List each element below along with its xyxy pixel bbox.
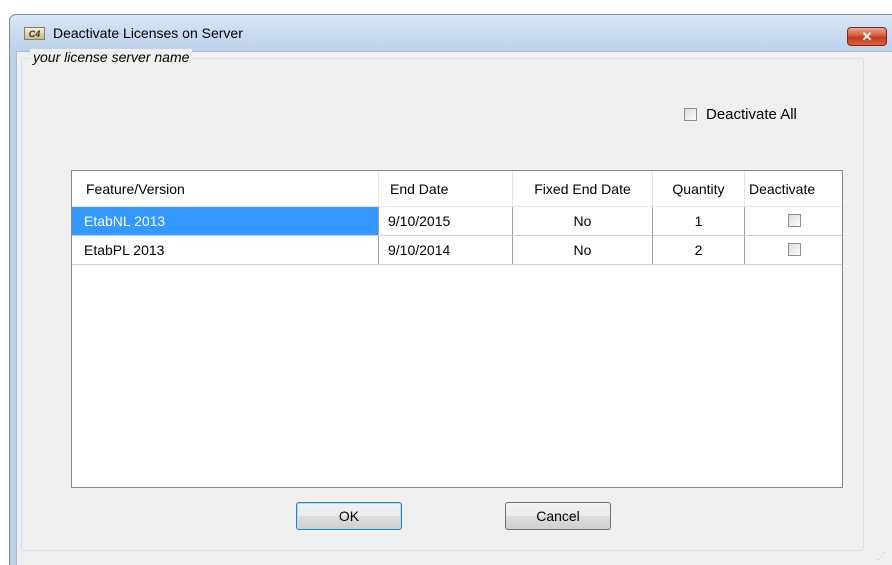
cell-feature[interactable]: EtabPL 2013 — [72, 236, 379, 264]
column-header-end-date[interactable]: End Date — [379, 171, 513, 206]
license-table: Feature/Version End Date Fixed End Date … — [71, 170, 843, 488]
cell-quantity[interactable]: 2 — [653, 236, 745, 264]
column-header-fixed-end-date[interactable]: Fixed End Date — [513, 171, 653, 206]
cell-deactivate[interactable] — [745, 236, 842, 264]
app-icon: C4 — [24, 27, 45, 40]
deactivate-all-label: Deactivate All — [706, 106, 797, 123]
table-header: Feature/Version End Date Fixed End Date … — [72, 171, 842, 207]
resize-grip[interactable]: ⋰ — [876, 551, 886, 561]
ok-button[interactable]: OK — [296, 502, 402, 530]
cancel-button[interactable]: Cancel — [505, 502, 611, 530]
row-deactivate-checkbox[interactable] — [788, 242, 801, 256]
deactivate-all-checkbox[interactable] — [684, 108, 697, 121]
cell-fixed-end-date[interactable]: No — [513, 207, 653, 235]
row-deactivate-checkbox[interactable] — [788, 213, 801, 227]
close-icon: ✕ — [861, 28, 873, 44]
window-title: Deactivate Licenses on Server — [53, 25, 243, 41]
column-header-feature[interactable]: Feature/Version — [72, 171, 379, 206]
cell-quantity[interactable]: 1 — [653, 207, 745, 235]
close-button[interactable]: ✕ — [847, 27, 887, 46]
group-label: your license server name — [30, 49, 193, 65]
column-header-deactivate[interactable]: Deactivate — [745, 171, 842, 206]
deactivate-all-option[interactable]: Deactivate All — [684, 106, 797, 123]
cell-end-date[interactable]: 9/10/2015 — [379, 207, 513, 235]
cell-fixed-end-date[interactable]: No — [513, 236, 653, 264]
table-row[interactable]: EtabPL 2013 9/10/2014 No 2 — [72, 236, 842, 265]
column-header-quantity[interactable]: Quantity — [653, 171, 745, 206]
cell-feature[interactable]: EtabNL 2013 — [72, 207, 379, 235]
title-bar[interactable]: C4 Deactivate Licenses on Server ✕ — [10, 15, 892, 51]
table-row[interactable]: EtabNL 2013 9/10/2015 No 1 — [72, 207, 842, 236]
cell-deactivate[interactable] — [745, 207, 842, 235]
cell-end-date[interactable]: 9/10/2014 — [379, 236, 513, 264]
